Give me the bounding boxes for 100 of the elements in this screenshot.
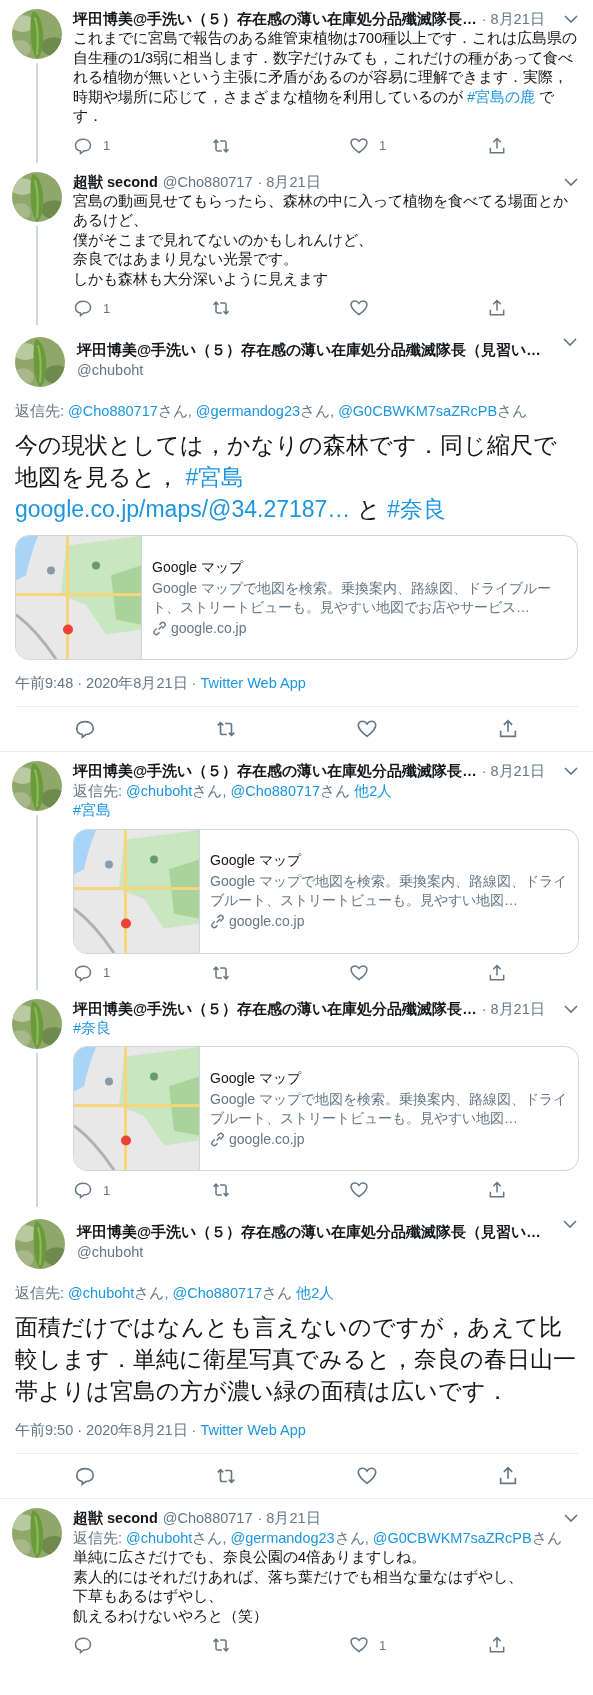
display-name[interactable]: 坪田博美@手洗い（５）存在感の薄い在庫処分品殲滅隊長（見習い… xyxy=(77,1222,550,1242)
share-icon xyxy=(487,1635,507,1655)
like-button[interactable] xyxy=(355,718,378,740)
share-button[interactable] xyxy=(487,1180,507,1200)
chevron-down-icon[interactable] xyxy=(563,14,579,24)
display-name[interactable]: 坪田博美@手洗い（５）存在感の薄い在庫処分品殲滅隊長… xyxy=(73,998,477,1019)
display-name[interactable]: 坪田博美@手洗い（５）存在感の薄い在庫処分品殲滅隊長… xyxy=(73,9,477,29)
reply-icon xyxy=(73,298,93,318)
heart-icon xyxy=(355,718,378,740)
chevron-down-icon[interactable] xyxy=(563,766,579,776)
tweet-date[interactable]: · 8月21日 xyxy=(257,1508,321,1528)
share-button[interactable] xyxy=(487,1635,507,1655)
like-button[interactable]: 1 xyxy=(349,1635,487,1655)
link-card[interactable]: Google マップ Google マップで地図を検索。乗換案内、路線図、ドライブルート、ストリートビューも。見やすい地図… google.co.jp xyxy=(73,828,579,954)
share-button[interactable] xyxy=(487,298,507,318)
tweet-date[interactable]: · 8月21日 xyxy=(481,761,545,781)
link-icon xyxy=(210,914,225,929)
heart-icon xyxy=(349,1635,369,1655)
chevron-down-icon[interactable] xyxy=(562,1219,578,1229)
retweet-icon xyxy=(215,718,238,740)
link[interactable]: google.co.jp/maps/@34.27187… xyxy=(15,496,351,522)
reply-button[interactable]: 1 xyxy=(73,135,211,156)
card-title: Google マップ xyxy=(210,851,303,870)
tweet-text: 素人的にはそれだけあれば、落ち葉だけでも相当な量なはずやし、 xyxy=(73,1567,524,1587)
chevron-down-icon[interactable] xyxy=(563,176,579,187)
reply-button[interactable] xyxy=(74,1465,97,1487)
share-icon xyxy=(487,298,507,318)
source-link[interactable]: Twitter Web App xyxy=(200,1422,306,1438)
tweet-date[interactable]: · 8月21日 xyxy=(481,998,545,1019)
reply-icon xyxy=(74,718,97,740)
user-handle[interactable]: @Cho880717 xyxy=(162,1508,253,1528)
link-card[interactable]: Google マップ Google マップで地図を検索。乗換案内、路線図、ドライブルート、ストリートビューも。見やすい地図… google.co.jp xyxy=(73,1046,579,1171)
reply-to-text: 返信先: @chubohtさん, @Cho880717さん 他2人 xyxy=(73,782,394,801)
link[interactable]: @germandog23 xyxy=(195,403,301,419)
link-card[interactable]: Google マップ Google マップで地図を検索。乗換案内、路線図、ドライブルート、ストリートビューも。見やすい地図でお店やサービス… google.co.jp xyxy=(15,535,578,660)
retweet-icon xyxy=(215,1465,238,1487)
reply-to-text: 返信先: @chubohtさん, @Cho880717さん 他2人 xyxy=(15,1284,336,1303)
reply-button[interactable]: 1 xyxy=(73,1180,211,1200)
card-title: Google マップ xyxy=(210,1068,303,1088)
link[interactable]: 他2人 xyxy=(296,1285,335,1301)
user-handle[interactable]: @chuboht xyxy=(77,1242,550,1262)
timestamp: 午前9:48 · 2020年8月21日 · xyxy=(15,675,198,691)
heart-icon xyxy=(355,1465,378,1487)
heart-icon xyxy=(349,135,369,156)
chevron-down-icon[interactable] xyxy=(563,1513,579,1523)
reply-button[interactable] xyxy=(74,718,97,740)
user-handle[interactable]: @chuboht xyxy=(77,360,550,380)
link-icon xyxy=(152,620,167,636)
chevron-down-icon[interactable] xyxy=(563,1003,579,1014)
card-description: Google マップで地図を検索。乗換案内、路線図、ドライブルート、ストリートビューも。見やすい地図… xyxy=(210,1089,568,1128)
card-domain: google.co.jp xyxy=(229,1129,305,1149)
tweet-text: しかも森林も大分深いように見えます xyxy=(73,269,329,289)
display-name[interactable]: 超獣 second xyxy=(73,171,158,192)
hashtag-link[interactable]: #宮島 xyxy=(73,802,112,818)
display-name[interactable]: 坪田博美@手洗い（５）存在感の薄い在庫処分品殲滅隊長（見習い… xyxy=(77,340,550,360)
user-handle[interactable]: @Cho880717 xyxy=(162,171,253,192)
card-title: Google マップ xyxy=(152,557,245,577)
link[interactable]: @chuboht xyxy=(126,783,193,799)
share-icon xyxy=(487,962,507,983)
heart-icon xyxy=(349,1180,369,1200)
reply-button[interactable]: 1 xyxy=(73,962,211,983)
link[interactable]: @chuboht xyxy=(126,1530,193,1546)
link[interactable]: @Cho880717 xyxy=(68,403,158,419)
reply-button[interactable]: 1 xyxy=(73,298,211,318)
link[interactable]: 他2人 xyxy=(354,783,393,799)
reply-to-text: 返信先: @Cho880717 さん, @germandog23さん, @G0CBWKM7saZRcPBさん xyxy=(15,402,529,421)
share-button[interactable] xyxy=(487,962,507,983)
reply-icon xyxy=(73,1180,93,1200)
like-button[interactable]: 1 xyxy=(349,135,487,156)
link[interactable]: @G0CBWKM7saZRcPB xyxy=(338,403,498,419)
link[interactable]: #宮島の鹿 xyxy=(467,88,536,105)
like-button[interactable] xyxy=(355,1465,378,1487)
link[interactable]: @germandog23 xyxy=(230,1530,335,1546)
tweet-text: 面積だけではなんとも言えないのですが，あえて比較します．単純に衛星写真でみると，奈良の春日山一帯よりは宮島の方が濃い緑の面積は広いです． xyxy=(15,1313,577,1406)
link[interactable]: @Cho880717 xyxy=(172,1285,263,1301)
tweet-text: 下草もあるはずやし、 xyxy=(73,1587,224,1606)
share-icon xyxy=(487,1180,507,1200)
retweet-button[interactable] xyxy=(215,718,238,740)
tweet-text: 宮島の動画見せてもらったら、森林の中に入って植物を食べてる場面とかあるけど、 xyxy=(73,191,569,230)
share-button[interactable] xyxy=(487,135,507,156)
tweet-date[interactable]: · 8月21日 xyxy=(481,9,545,29)
chevron-down-icon[interactable] xyxy=(562,337,578,347)
display-name[interactable]: 坪田博美@手洗い（５）存在感の薄い在庫処分品殲滅隊長… xyxy=(73,761,477,781)
reply-to-text: 返信先: @chubohtさん, @germandog23 さん, @G0CBWKM7saZRcPB さん xyxy=(73,1529,563,1548)
tweet-date[interactable]: · 8月21日 xyxy=(257,171,321,192)
tweet-text: google.co.jp/maps/@34.27187… と #奈良 xyxy=(15,495,447,524)
source-link[interactable]: Twitter Web App xyxy=(200,675,306,691)
hashtag-link[interactable]: #奈良 xyxy=(73,1019,112,1036)
card-description: Google マップで地図を検索。乗換案内、路線図、ドライブルート、ストリートビューも。見やすい地図… xyxy=(210,872,568,910)
tweet-text: 飢えるわけないやろと（笑） xyxy=(73,1606,269,1626)
card-domain: google.co.jp xyxy=(229,912,305,931)
link[interactable]: #奈良 xyxy=(387,496,446,522)
link[interactable]: #宮島 xyxy=(185,464,245,490)
link[interactable]: @chuboht xyxy=(68,1285,135,1301)
link[interactable]: @Cho880717 xyxy=(230,783,321,799)
link[interactable]: @G0CBWKM7saZRcPB xyxy=(372,1530,532,1546)
retweet-button[interactable] xyxy=(215,1465,238,1487)
display-name[interactable]: 超獣 second xyxy=(73,1508,158,1528)
heart-icon xyxy=(349,962,369,983)
tweet-text: これまでに宮島で報告のある維管束植物は700種以上です．これは広島県の自生種の1/3弱に相当します．数字だけみても，これだけの種があって食べれる植物が無いという主張に矛盾があるのが容易に理解できます．実際，時期や場所に応じて，さまざまな植物を利用しているのが #宮島の鹿 です． xyxy=(73,29,579,126)
